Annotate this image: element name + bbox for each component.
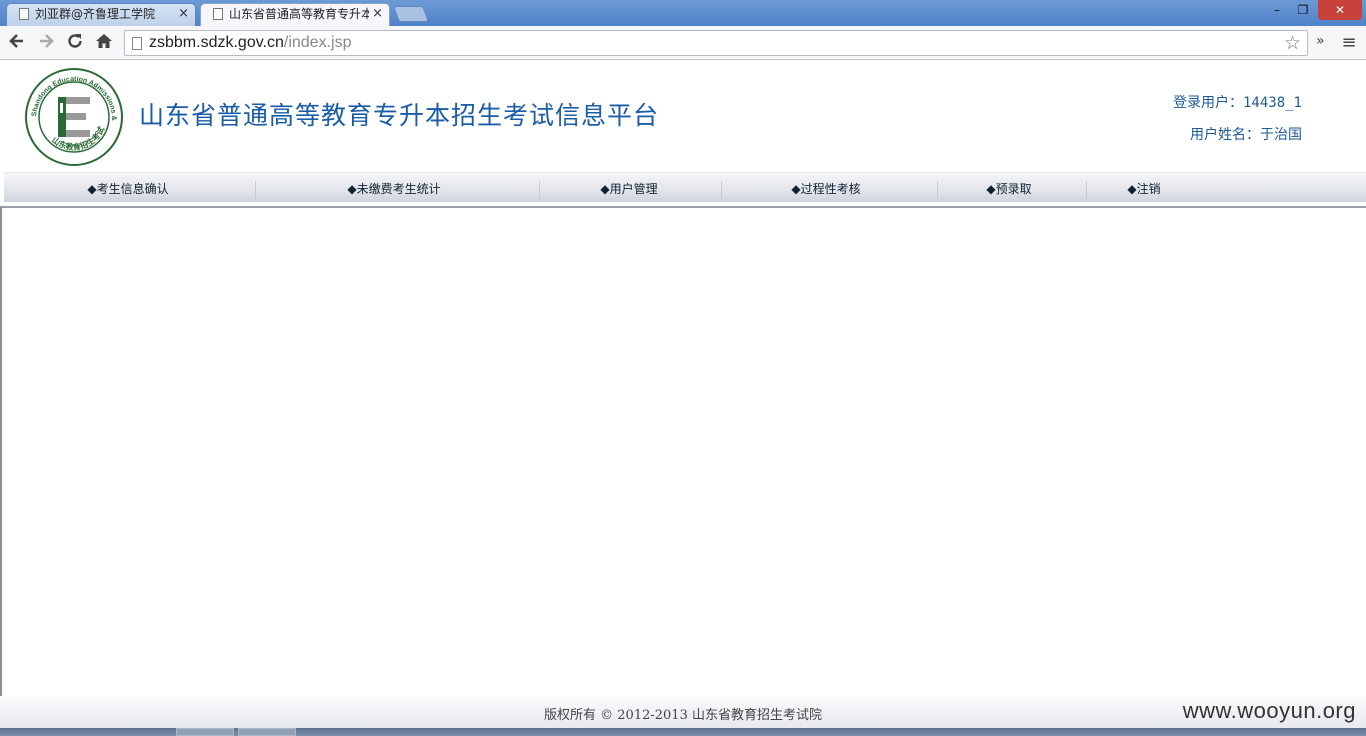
back-arrow-icon[interactable]: [5, 31, 29, 55]
nav-item-confirm-candidate-info[interactable]: ◆考生信息确认: [68, 173, 188, 203]
copyright-text: 版权所有 © 2012-2013 山东省教育招生考试院: [544, 708, 822, 723]
user-name-info: 用户姓名：于治国: [1190, 124, 1302, 144]
watermark-text: www.wooyun.org: [1182, 698, 1356, 723]
nav-item-unpaid-stats[interactable]: ◆未缴费考生统计: [334, 173, 454, 203]
site-logo: Shandong Education Admissions & Examinat…: [24, 67, 123, 166]
content-frame: [0, 206, 1366, 696]
tab-title: 刘亚群@齐鲁理工学院: [35, 7, 156, 21]
browser-title-bar: 刘亚群@齐鲁理工学院 × 山东省普通高等教育专升本 × – ❐ ✕: [0, 0, 1366, 27]
site-footer: 版权所有 © 2012-2013 山东省教育招生考试院: [0, 696, 1366, 728]
taskbar-button[interactable]: [238, 728, 296, 736]
nav-divider: [539, 181, 540, 199]
site-header: Shandong Education Admissions & Examinat…: [0, 61, 1366, 171]
nav-item-pre-admission[interactable]: ◆预录取: [974, 173, 1044, 203]
browser-tab-active[interactable]: 山东省普通高等教育专升本 ×: [200, 3, 390, 27]
tab-title: 山东省普通高等教育专升本: [229, 7, 369, 21]
site-title: 山东省普通高等教育专升本招生考试信息平台: [139, 101, 660, 130]
tab-close-icon[interactable]: ×: [178, 4, 189, 24]
browser-toolbar: zsbbm.sdzk.gov.cn/index.jsp ☆ » ≡: [0, 26, 1366, 60]
url-text[interactable]: zsbbm.sdzk.gov.cn/index.jsp: [149, 33, 351, 53]
taskbar-button[interactable]: [176, 728, 234, 736]
nav-divider: [937, 181, 938, 199]
forward-arrow-icon[interactable]: [34, 31, 58, 55]
main-nav: ◆考生信息确认 ◆未缴费考生统计 ◆用户管理 ◆过程性考核 ◆预录取 ◆注销: [4, 172, 1366, 202]
menu-icon[interactable]: ≡: [1340, 32, 1358, 53]
nav-item-logout[interactable]: ◆注销: [1114, 173, 1174, 203]
page-icon: [19, 8, 29, 20]
address-bar[interactable]: zsbbm.sdzk.gov.cn/index.jsp ☆: [124, 30, 1308, 56]
page-icon: [213, 8, 223, 20]
url-path: /index.jsp: [283, 34, 352, 51]
window-close-button[interactable]: ✕: [1318, 0, 1362, 20]
tab-close-icon[interactable]: ×: [372, 4, 383, 24]
page-icon: [132, 37, 142, 50]
extensions-overflow-icon[interactable]: »: [1316, 33, 1325, 49]
reload-icon[interactable]: [63, 31, 87, 55]
nav-divider: [721, 181, 722, 199]
new-tab-button[interactable]: [393, 6, 429, 22]
window-minimize-button[interactable]: –: [1264, 0, 1290, 20]
nav-item-user-management[interactable]: ◆用户管理: [584, 173, 674, 203]
user-name-value: 于治国: [1260, 127, 1302, 143]
star-icon[interactable]: ☆: [1284, 32, 1301, 54]
url-host: zsbbm.sdzk.gov.cn: [149, 34, 284, 51]
login-user-value: 14438_1: [1242, 95, 1302, 111]
user-name-label: 用户姓名：: [1190, 127, 1260, 143]
nav-item-process-assessment[interactable]: ◆过程性考核: [776, 173, 876, 203]
nav-divider: [255, 181, 256, 199]
login-user-info: 登录用户：14438_1: [1173, 92, 1302, 112]
home-icon[interactable]: [92, 31, 116, 55]
nav-divider: [1086, 181, 1087, 199]
window-maximize-button[interactable]: ❐: [1290, 0, 1316, 20]
login-user-label: 登录用户：: [1172, 95, 1243, 111]
browser-tab-inactive[interactable]: 刘亚群@齐鲁理工学院 ×: [6, 3, 196, 26]
